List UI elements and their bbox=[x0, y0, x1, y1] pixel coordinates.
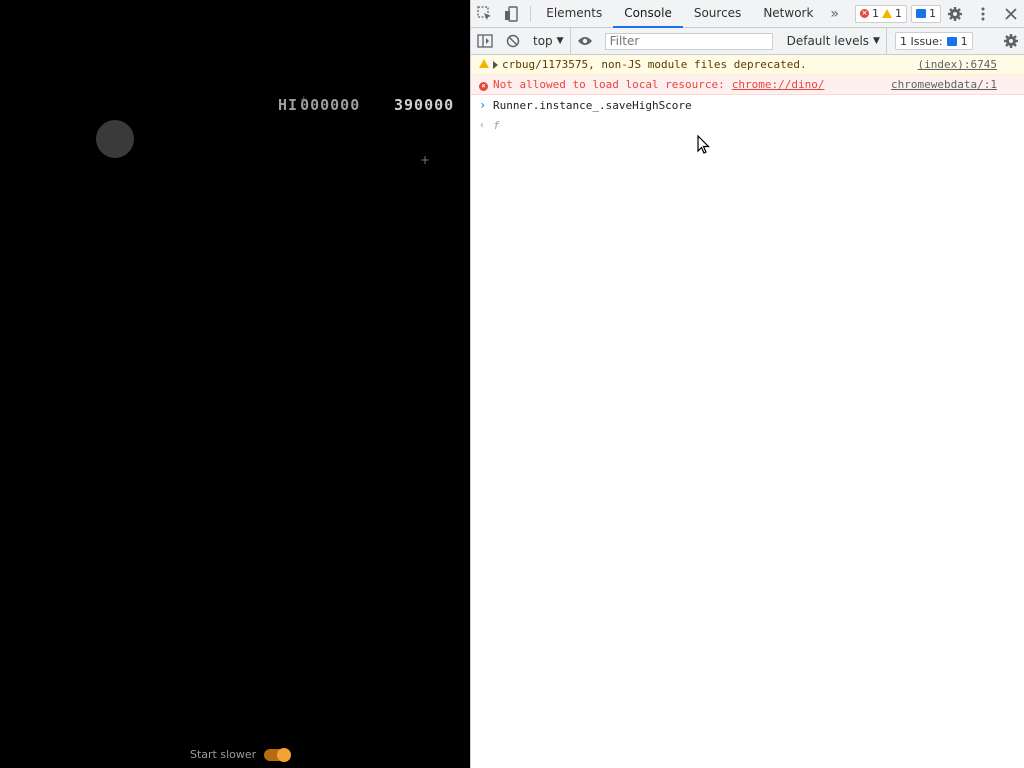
star-icon: + bbox=[300, 95, 308, 105]
source-link[interactable]: chromewebdata/:1 bbox=[891, 78, 997, 91]
inspect-element-icon[interactable] bbox=[471, 0, 499, 27]
console-result-row: ‹ f bbox=[471, 115, 1024, 135]
console-toolbar: top ▼ Default levels ▼ 1 Issue: 1 bbox=[471, 28, 1024, 55]
filter-input[interactable] bbox=[604, 32, 773, 50]
hi-score-value: 000000 bbox=[300, 96, 361, 114]
console-output: crbug/1173575, non-JS module files depre… bbox=[471, 55, 1024, 135]
result-value: f bbox=[493, 118, 500, 132]
close-icon[interactable] bbox=[997, 0, 1024, 27]
console-error-row: × Not allowed to load local resource: ch… bbox=[471, 75, 1024, 95]
moon-icon bbox=[96, 120, 134, 158]
error-warning-badge[interactable]: × 1 1 bbox=[855, 4, 907, 23]
toggle-knob bbox=[277, 747, 292, 762]
console-warning-row: crbug/1173575, non-JS module files depre… bbox=[471, 55, 1024, 75]
high-score: HI 000000 bbox=[278, 96, 360, 114]
dino-url-link[interactable]: chrome://dino/ bbox=[732, 78, 825, 91]
error-count: 1 bbox=[872, 7, 879, 20]
expand-arrow-icon[interactable] bbox=[493, 60, 498, 69]
context-label: top bbox=[533, 34, 553, 48]
devtools-panel: Elements Console Sources Network » × 1 1… bbox=[470, 0, 1024, 768]
messages-badge[interactable]: 1 bbox=[911, 4, 941, 23]
console-input-row: › Runner.instance_.saveHighScore bbox=[471, 95, 1024, 115]
start-slower-control: Start slower bbox=[190, 747, 292, 762]
device-toolbar-icon[interactable] bbox=[499, 0, 527, 27]
status-badges: × 1 1 1 bbox=[855, 4, 941, 23]
tabbar-right bbox=[941, 0, 1024, 27]
issue-icon bbox=[946, 36, 957, 46]
error-icon: × bbox=[479, 78, 493, 91]
prompt-chevron-icon: › bbox=[479, 98, 487, 112]
warning-message: crbug/1173575, non-JS module files depre… bbox=[502, 58, 807, 71]
mouse-cursor-icon bbox=[697, 135, 710, 154]
context-selector[interactable]: top ▼ bbox=[527, 28, 571, 54]
issues-label: 1 Issue: bbox=[899, 34, 943, 48]
hi-label: HI bbox=[278, 96, 299, 114]
console-settings-gear-icon[interactable] bbox=[997, 28, 1024, 55]
issues-count: 1 bbox=[960, 34, 968, 48]
source-link[interactable]: (index):6745 bbox=[918, 58, 997, 71]
tab-sources[interactable]: Sources bbox=[683, 0, 752, 27]
show-sidebar-icon[interactable] bbox=[471, 28, 499, 55]
error-message: Not allowed to load local resource: bbox=[493, 78, 725, 91]
input-expression: Runner.instance_.saveHighScore bbox=[493, 98, 692, 112]
issues-badge[interactable]: 1 Issue: 1 bbox=[894, 32, 973, 50]
tab-elements[interactable]: Elements bbox=[535, 0, 613, 27]
warning-count: 1 bbox=[895, 7, 902, 20]
separator bbox=[530, 5, 532, 22]
settings-gear-icon[interactable] bbox=[941, 0, 969, 27]
current-score: 390000 bbox=[394, 96, 455, 114]
kebab-menu-icon[interactable] bbox=[969, 0, 997, 27]
start-slower-toggle[interactable] bbox=[264, 747, 292, 762]
message-count: 1 bbox=[929, 7, 936, 20]
chevron-down-icon: ▼ bbox=[873, 36, 880, 46]
chevron-down-icon: ▼ bbox=[556, 36, 564, 46]
clear-console-icon[interactable] bbox=[499, 28, 527, 55]
warning-icon bbox=[882, 9, 892, 18]
warning-icon bbox=[479, 58, 493, 71]
tab-network[interactable]: Network bbox=[752, 0, 824, 27]
message-icon bbox=[916, 9, 926, 18]
live-expression-eye-icon[interactable] bbox=[571, 28, 599, 55]
error-icon: × bbox=[860, 9, 869, 18]
start-slower-label: Start slower bbox=[190, 748, 257, 761]
devtools-tabbar: Elements Console Sources Network » × 1 1… bbox=[471, 0, 1024, 28]
levels-label: Default levels bbox=[786, 34, 870, 48]
dino-game-canvas[interactable]: HI 000000 390000 + + Start slower bbox=[0, 0, 470, 768]
result-arrow-icon: ‹ bbox=[479, 119, 486, 131]
more-tabs-icon[interactable]: » bbox=[824, 6, 845, 22]
tab-console[interactable]: Console bbox=[613, 0, 683, 28]
log-levels-dropdown[interactable]: Default levels ▼ bbox=[781, 28, 887, 54]
star-icon: + bbox=[420, 153, 431, 167]
